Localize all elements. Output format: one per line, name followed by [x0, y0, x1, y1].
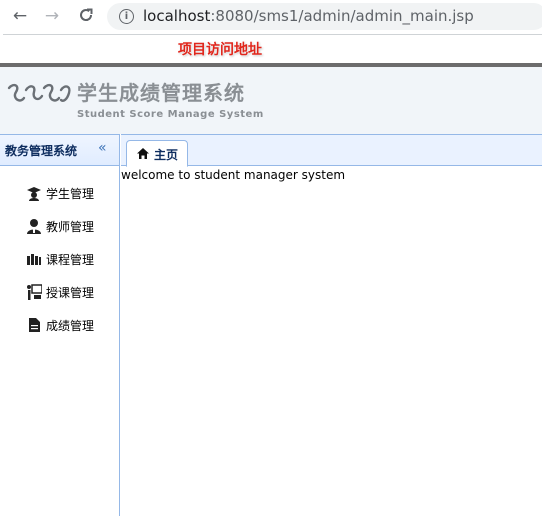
browser-toolbar: ← → i localhost:8080/sms1/admin/admin_ma…	[0, 0, 542, 33]
system-subtitle: Student Score Manage System	[77, 109, 264, 120]
sidebar: 教务管理系统 « 学生管理 教师管理 课程管理 授课管理 成绩管理	[0, 134, 120, 516]
sidebar-item-lecture[interactable]: 授课管理	[0, 275, 119, 308]
sidebar-item-label: 成绩管理	[46, 319, 95, 333]
sidebar-header: 教务管理系统 «	[0, 134, 119, 166]
student-cap-icon	[27, 187, 41, 201]
sidebar-item-label: 学生管理	[46, 187, 95, 201]
home-icon	[137, 148, 149, 159]
back-arrow-icon[interactable]: ←	[10, 6, 30, 26]
collapse-icon[interactable]: «	[98, 140, 107, 156]
sidebar-title: 教务管理系统	[5, 144, 78, 158]
forward-arrow-icon[interactable]: →	[42, 6, 62, 26]
url-text[interactable]: localhost:8080/sms1/admin/admin_main.jsp	[143, 7, 474, 25]
lecture-icon	[27, 284, 42, 300]
document-icon	[29, 318, 40, 332]
address-bar[interactable]: i localhost:8080/sms1/admin/admin_main.j…	[107, 3, 542, 30]
sidebar-item-label: 教师管理	[46, 220, 95, 234]
teacher-icon	[27, 219, 41, 234]
sidebar-item-teacher[interactable]: 教师管理	[0, 209, 119, 242]
system-title: 学生成绩管理系统	[77, 81, 245, 105]
annotation-label: 项目访问地址	[178, 42, 262, 58]
reload-icon-graphic	[80, 8, 93, 21]
url-path: :8080/sms1/admin/admin_main.jsp	[210, 7, 474, 25]
books-icon	[27, 254, 41, 265]
sidebar-item-label: 授课管理	[46, 286, 95, 300]
sidebar-item-student[interactable]: 学生管理	[0, 176, 119, 209]
welcome-message: welcome to student manager system	[121, 168, 346, 182]
sidebar-item-label: 课程管理	[46, 253, 95, 267]
sidebar-item-score[interactable]: 成绩管理	[0, 308, 119, 341]
tab-home-label: 主页	[154, 148, 179, 162]
info-icon[interactable]: i	[119, 9, 134, 24]
url-host: localhost	[143, 7, 211, 25]
tab-bar: 主页	[121, 134, 542, 167]
logo-icon	[7, 83, 71, 102]
tab-home[interactable]: 主页	[126, 140, 188, 167]
reload-icon[interactable]	[76, 6, 96, 26]
annotation-strip: 项目访问地址	[3, 34, 542, 64]
app-header: 学生成绩管理系统 Student Score Manage System	[0, 67, 542, 134]
main-panel: 主页 welcome to student manager system	[121, 134, 542, 516]
sidebar-item-course[interactable]: 课程管理	[0, 242, 119, 275]
